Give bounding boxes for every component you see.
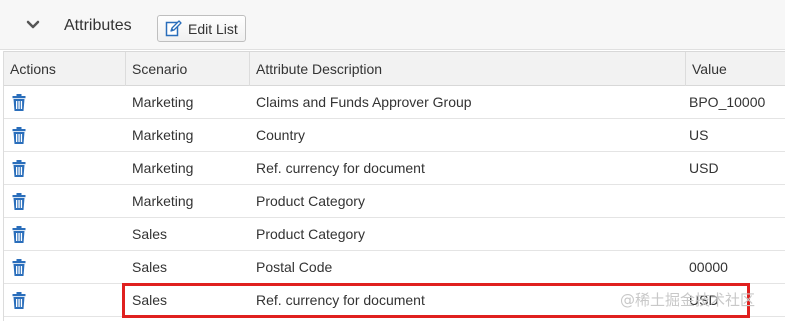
edit-list-button[interactable]: Edit List xyxy=(157,15,246,42)
attributes-panel-header: Attributes Edit List xyxy=(0,0,785,50)
description-cell: Claims and Funds Approver Group xyxy=(256,94,472,110)
trash-icon[interactable] xyxy=(12,292,26,309)
description-cell: Ref. currency for document xyxy=(256,292,425,308)
table-row[interactable]: Marketing Claims and Funds Approver Grou… xyxy=(4,86,785,119)
value-cell xyxy=(683,218,689,251)
trash-icon[interactable] xyxy=(12,94,26,111)
edit-pencil-icon xyxy=(165,20,182,37)
scenario-cell: Marketing xyxy=(132,160,194,176)
description-cell: Country xyxy=(256,127,306,143)
scenario-cell: Marketing xyxy=(132,127,194,143)
value-cell: US xyxy=(689,127,709,143)
scenario-cell: Marketing xyxy=(132,193,194,209)
section-title: Attributes xyxy=(64,17,132,34)
table-row[interactable]: Marketing Country US xyxy=(4,119,785,152)
value-cell: BPO_10000 xyxy=(689,94,766,110)
description-cell: Product Category xyxy=(256,226,365,242)
scenario-cell: Sales xyxy=(132,226,168,242)
trash-icon[interactable] xyxy=(12,160,26,177)
table-row[interactable]: Sales Product Category xyxy=(4,218,785,251)
column-header-scenario[interactable]: Scenario xyxy=(126,52,250,86)
value-cell: USD xyxy=(689,160,719,176)
trash-icon[interactable] xyxy=(12,193,26,210)
description-cell: Postal Code xyxy=(256,259,333,275)
column-header-actions[interactable]: Actions xyxy=(4,52,126,86)
trash-icon[interactable] xyxy=(12,127,26,144)
watermark-text: @稀土掘金技术社区 xyxy=(620,291,756,309)
scenario-cell: Marketing xyxy=(132,94,194,110)
collapse-button[interactable] xyxy=(20,14,46,36)
attributes-table: Actions Scenario Attribute Description V… xyxy=(3,51,785,321)
value-cell: 00000 xyxy=(689,259,728,275)
scenario-cell: Sales xyxy=(132,292,168,308)
table-row[interactable]: Marketing Product Category xyxy=(4,185,785,218)
chevron-down-icon xyxy=(26,20,40,29)
column-header-value[interactable]: Value xyxy=(686,52,785,86)
column-header-attribute-description[interactable]: Attribute Description xyxy=(250,52,686,86)
trash-icon[interactable] xyxy=(12,259,26,276)
table-header-row: Actions Scenario Attribute Description V… xyxy=(4,51,785,86)
edit-list-label: Edit List xyxy=(188,20,238,37)
description-cell: Product Category xyxy=(256,193,365,209)
scenario-cell: Sales xyxy=(132,259,168,275)
table-row[interactable]: Sales Postal Code 00000 xyxy=(4,251,785,284)
table-row[interactable]: Marketing Ref. currency for document USD xyxy=(4,152,785,185)
trash-icon[interactable] xyxy=(12,226,26,243)
description-cell: Ref. currency for document xyxy=(256,160,425,176)
value-cell xyxy=(683,185,689,218)
